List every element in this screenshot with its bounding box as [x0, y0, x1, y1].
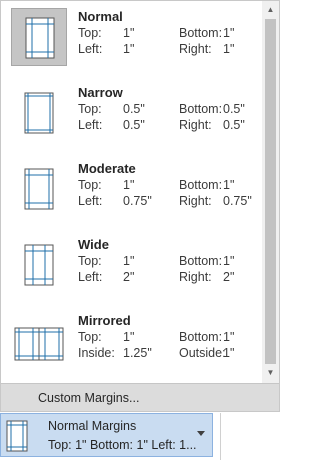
scroll-down-icon[interactable]: ▼ — [262, 364, 279, 381]
preset-label: Left: — [78, 42, 103, 56]
margin-preset-normal[interactable]: Normal Top: 1" Bottom: 1" Left: 1" Right… — [2, 1, 261, 77]
preset-label: Bottom: — [179, 26, 223, 40]
preset-value: 0.75" — [123, 194, 152, 208]
preset-label: Left: — [78, 118, 103, 132]
preset-label: Bottom: — [179, 102, 223, 116]
margin-preset-narrow[interactable]: Narrow Top: 0.5" Bottom: 0.5" Left: 0.5"… — [2, 77, 261, 153]
margins-dropdown: Normal Top: 1" Bottom: 1" Left: 1" Right… — [0, 0, 280, 412]
moderate-margins-icon — [11, 160, 67, 218]
preset-label: Bottom: — [179, 254, 223, 268]
gallery-button-title: Normal Margins — [48, 419, 137, 433]
preset-label: Outside: — [179, 346, 226, 360]
preset-value: 1" — [223, 346, 235, 360]
gallery-button-summary: Top: 1" Bottom: 1" Left: 1... — [48, 438, 197, 452]
preset-value: 0.5" — [223, 118, 245, 132]
preset-value: 0.5" — [123, 102, 145, 116]
preset-label: Left: — [78, 194, 103, 208]
preset-label: Top: — [78, 254, 102, 268]
preset-label: Top: — [78, 178, 102, 192]
preset-label: Right: — [179, 118, 212, 132]
preset-value: 1" — [223, 178, 235, 192]
narrow-margins-icon — [11, 84, 67, 142]
preset-name: Mirrored — [78, 313, 131, 328]
preset-label: Top: — [78, 330, 102, 344]
preset-label: Top: — [78, 102, 102, 116]
margin-preset-mirrored[interactable]: Mirrored Top: 1" Bottom: 1" Inside: 1.25… — [2, 305, 261, 381]
mirrored-margins-icon — [11, 312, 67, 370]
scroll-up-icon[interactable]: ▲ — [262, 1, 279, 18]
preset-label: Top: — [78, 26, 102, 40]
preset-label: Right: — [179, 42, 212, 56]
preset-value: 1" — [223, 254, 235, 268]
vertical-scrollbar[interactable]: ▲ ▼ — [262, 1, 279, 383]
preset-value: 1" — [223, 26, 235, 40]
preset-value: 2" — [223, 270, 235, 284]
preset-value: 1" — [123, 26, 135, 40]
preset-name: Wide — [78, 237, 109, 252]
preset-label: Inside: — [78, 346, 115, 360]
preset-label: Bottom: — [179, 178, 223, 192]
preset-label: Right: — [179, 270, 212, 284]
divider — [220, 413, 221, 460]
normal-margins-icon — [11, 8, 67, 66]
scrollbar-thumb[interactable] — [265, 19, 276, 364]
preset-value: 1" — [223, 330, 235, 344]
preset-name: Moderate — [78, 161, 136, 176]
preset-value: 0.75" — [223, 194, 252, 208]
preset-value: 0.5" — [223, 102, 245, 116]
margin-preset-wide[interactable]: Wide Top: 1" Bottom: 1" Left: 2" Right: … — [2, 229, 261, 305]
preset-value: 0.5" — [123, 118, 145, 132]
preset-value: 1" — [123, 178, 135, 192]
preset-name: Normal — [78, 9, 123, 24]
preset-value: 1.25" — [123, 346, 152, 360]
preset-value: 1" — [223, 42, 235, 56]
chevron-down-icon[interactable] — [197, 431, 205, 436]
wide-margins-icon — [11, 236, 67, 294]
preset-value: 1" — [123, 42, 135, 56]
preset-value: 2" — [123, 270, 135, 284]
preset-value: 1" — [123, 254, 135, 268]
margin-preset-moderate[interactable]: Moderate Top: 1" Bottom: 1" Left: 0.75" … — [2, 153, 261, 229]
preset-value: 1" — [123, 330, 135, 344]
custom-margins-button[interactable]: Custom Margins... — [1, 383, 279, 411]
preset-label: Bottom: — [179, 330, 223, 344]
margins-gallery-button[interactable]: Normal Margins Top: 1" Bottom: 1" Left: … — [0, 413, 213, 457]
preset-label: Right: — [179, 194, 212, 208]
preset-name: Narrow — [78, 85, 123, 100]
preset-label: Left: — [78, 270, 103, 284]
custom-margins-label: Custom Margins... — [38, 391, 140, 405]
margin-presets-list: Normal Top: 1" Bottom: 1" Left: 1" Right… — [1, 1, 262, 383]
normal-margins-icon — [6, 420, 28, 452]
